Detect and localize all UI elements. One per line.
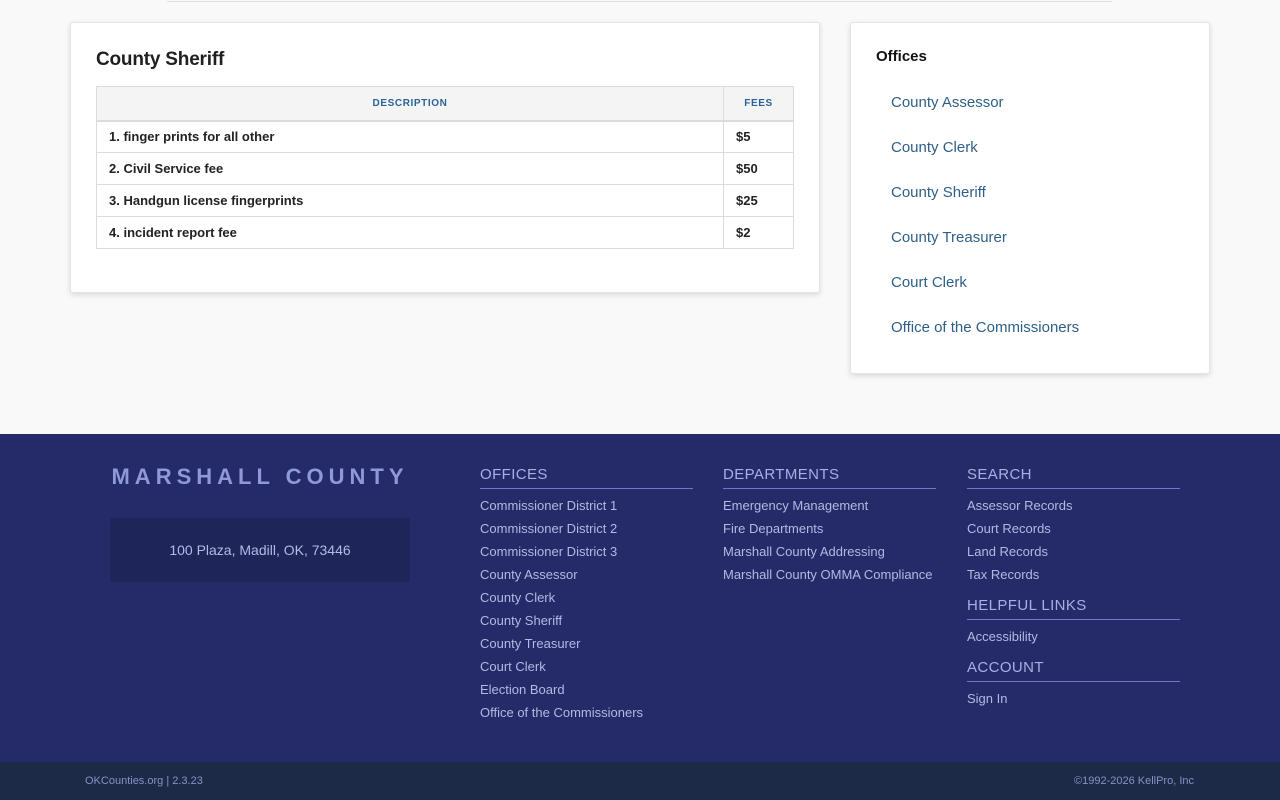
table-header-row: DESCRIPTION FEES (96, 86, 794, 122)
county-brand: MARSHALL COUNTY (111, 464, 409, 489)
fees-card: County Sheriff DESCRIPTION FEES 1. finge… (70, 22, 820, 293)
footer-link-tax-records[interactable]: Tax Records (967, 567, 1039, 582)
footer-link-commissioner-district-2[interactable]: Commissioner District 2 (480, 521, 617, 536)
footer-link-county-clerk[interactable]: County Clerk (480, 590, 555, 605)
footer-helpful-links-heading: HELPFUL LINKS (967, 597, 1180, 620)
fee-description: 1. finger prints for all other (96, 120, 724, 153)
bottom-bar-left: OKCounties.org | 2.3.23 (85, 775, 203, 787)
footer-link-election-board[interactable]: Election Board (480, 682, 565, 697)
page-title: County Sheriff (96, 49, 225, 70)
fee-amount: $50 (723, 152, 794, 185)
footer-link-emergency-management[interactable]: Emergency Management (723, 498, 868, 513)
footer-account-heading: ACCOUNT (967, 659, 1180, 682)
footer-link-county-assessor[interactable]: County Assessor (480, 567, 578, 582)
fee-amount: $25 (723, 184, 794, 217)
offices-heading: Offices (876, 48, 927, 65)
copyright-text: ©1992-2026 KellPro, Inc (1073, 775, 1194, 787)
footer-link-county-sheriff[interactable]: County Sheriff (480, 613, 562, 628)
fees-column-header: FEES (723, 86, 794, 122)
top-divider (167, 0, 1112, 2)
footer-link-court-records[interactable]: Court Records (967, 521, 1051, 536)
footer-link-sign-in[interactable]: Sign In (967, 691, 1007, 706)
footer-link-court-clerk[interactable]: Court Clerk (480, 659, 546, 674)
table-row: 1. finger prints for all other $5 (96, 120, 794, 153)
footer-link-commissioner-district-1[interactable]: Commissioner District 1 (480, 498, 617, 513)
table-row: 3. Handgun license fingerprints $25 (96, 184, 794, 217)
fee-description: 3. Handgun license fingerprints (96, 184, 724, 217)
footer-departments-heading: DEPARTMENTS (723, 466, 936, 489)
office-link-county-sheriff[interactable]: County Sheriff (891, 184, 986, 201)
site-footer: MARSHALL COUNTY 100 Plaza, Madill, OK, 7… (0, 434, 1280, 762)
county-address: 100 Plaza, Madill, OK, 73446 (110, 518, 410, 582)
fee-amount: $5 (723, 120, 794, 153)
version-text: | 2.3.23 (166, 775, 203, 787)
fee-description: 4. incident report fee (96, 216, 724, 249)
footer-departments-column: DEPARTMENTS Emergency Management Fire De… (723, 466, 936, 589)
office-link-commissioners[interactable]: Office of the Commissioners (891, 319, 1079, 336)
fees-table: DESCRIPTION FEES 1. finger prints for al… (96, 86, 794, 249)
offices-card: Offices County Assessor County Clerk Cou… (850, 22, 1210, 374)
fee-description: 2. Civil Service fee (96, 152, 724, 185)
footer-search-heading: SEARCH (967, 466, 1180, 489)
office-link-court-clerk[interactable]: Court Clerk (891, 274, 967, 291)
office-link-county-treasurer[interactable]: County Treasurer (891, 229, 1007, 246)
footer-offices-column: OFFICES Commissioner District 1 Commissi… (480, 466, 693, 727)
table-row: 2. Civil Service fee $50 (96, 152, 794, 185)
footer-link-county-treasurer[interactable]: County Treasurer (480, 636, 580, 651)
footer-link-assessor-records[interactable]: Assessor Records (967, 498, 1072, 513)
fee-amount: $2 (723, 216, 794, 249)
footer-link-commissioners[interactable]: Office of the Commissioners (480, 705, 643, 720)
footer-search-column: SEARCH Assessor Records Court Records La… (967, 466, 1180, 713)
offices-list: County Assessor County Clerk County Sher… (891, 91, 1079, 361)
footer-link-fire-departments[interactable]: Fire Departments (723, 521, 823, 536)
footer-link-addressing[interactable]: Marshall County Addressing (723, 544, 885, 559)
table-row: 4. incident report fee $2 (96, 216, 794, 249)
okcounties-link[interactable]: OKCounties.org (85, 775, 163, 787)
bottom-bar: OKCounties.org | 2.3.23 ©1992-2026 KellP… (0, 762, 1280, 800)
office-link-county-assessor[interactable]: County Assessor (891, 94, 1004, 111)
footer-link-accessibility[interactable]: Accessibility (967, 629, 1038, 644)
footer-offices-heading: OFFICES (480, 466, 693, 489)
footer-link-omma-compliance[interactable]: Marshall County OMMA Compliance (723, 567, 933, 582)
office-link-county-clerk[interactable]: County Clerk (891, 139, 978, 156)
footer-link-land-records[interactable]: Land Records (967, 544, 1048, 559)
footer-link-commissioner-district-3[interactable]: Commissioner District 3 (480, 544, 617, 559)
description-column-header: DESCRIPTION (96, 86, 724, 122)
